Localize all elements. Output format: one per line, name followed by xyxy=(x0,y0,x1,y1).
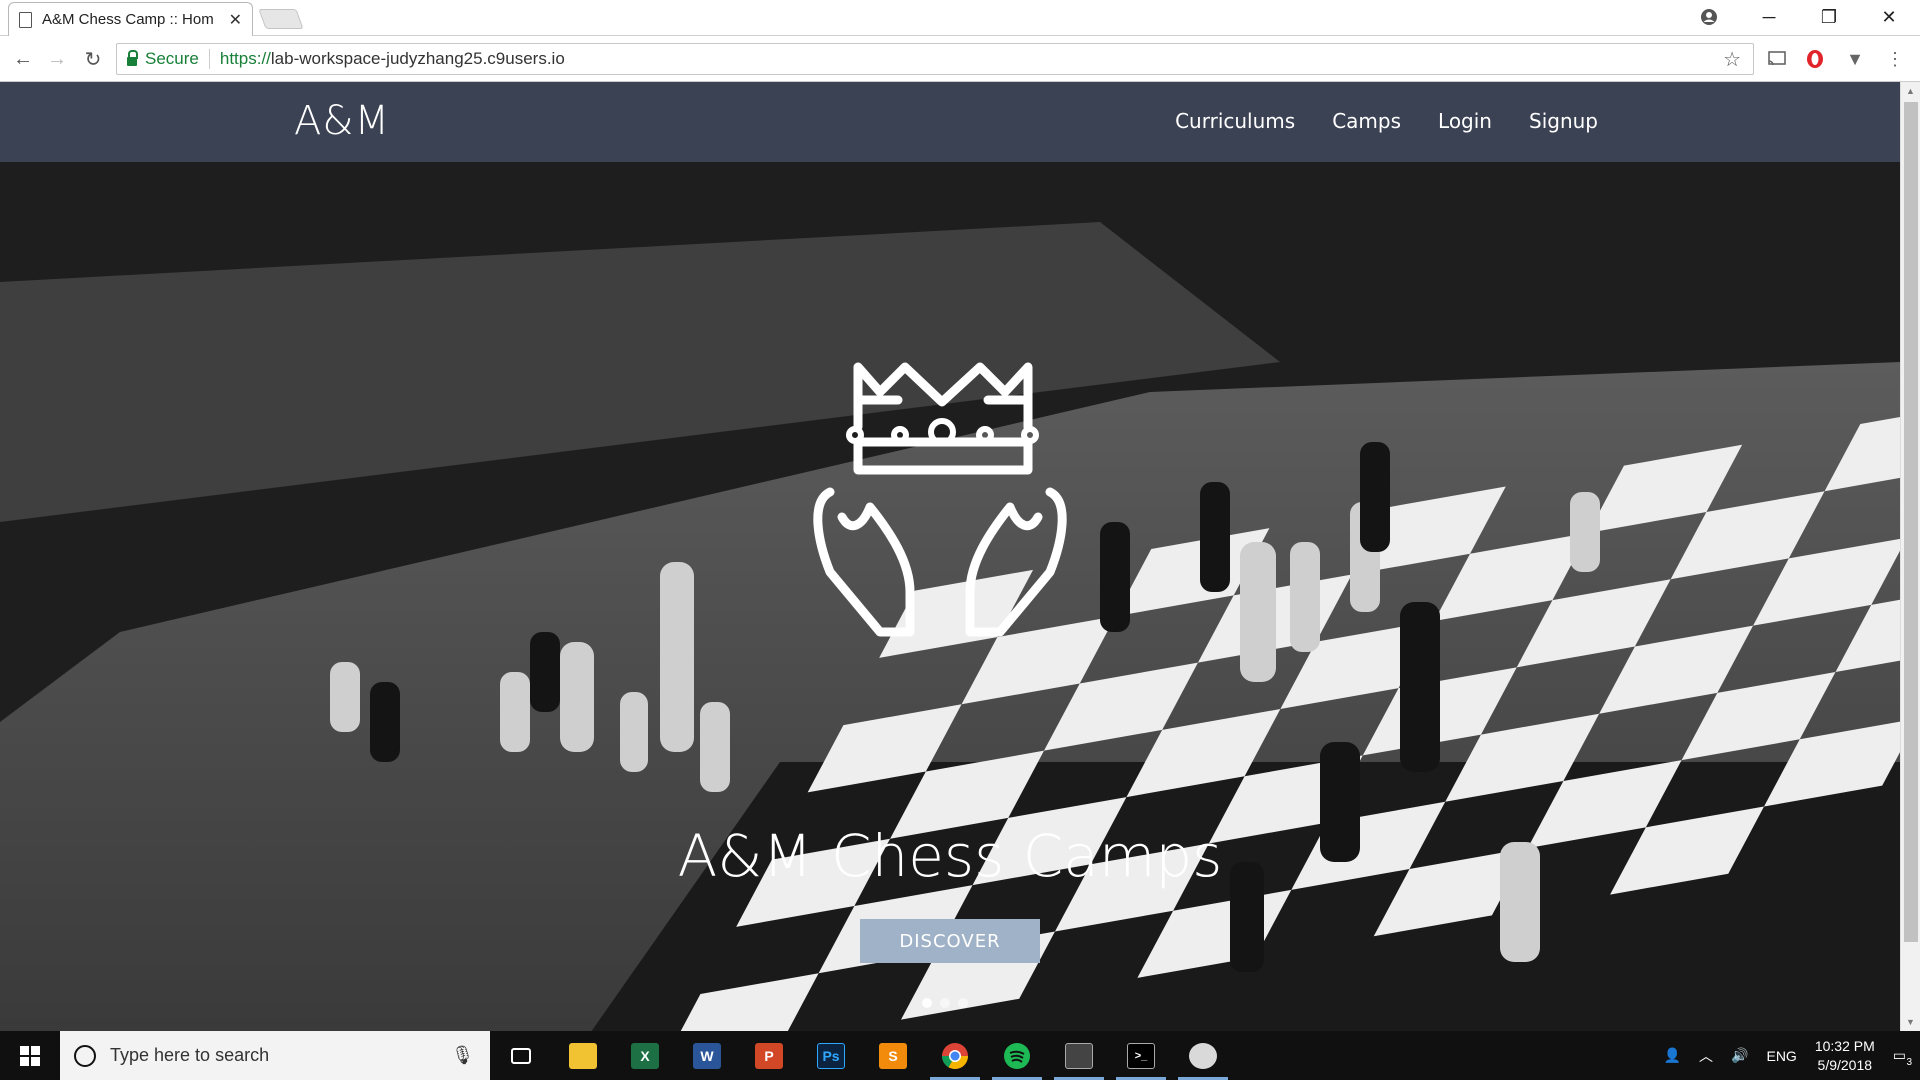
carousel-indicators xyxy=(922,998,968,1008)
snipping-tool-icon[interactable] xyxy=(1048,1031,1110,1080)
system-tray: 👤 ︿ 🔊 ENG 10:32 PM 5/9/2018 ▭ 3 xyxy=(1664,1037,1920,1075)
powerpoint-icon[interactable]: P xyxy=(738,1031,800,1080)
carousel-dot-1[interactable] xyxy=(922,998,932,1008)
clock-date: 5/9/2018 xyxy=(1817,1056,1873,1073)
site-navbar: A&M Curriculums Camps Login Signup xyxy=(0,82,1900,162)
nav-links: Curriculums Camps Login Signup xyxy=(1175,109,1598,133)
taskbar-search-box[interactable]: Type here to search 🎙 xyxy=(60,1031,490,1080)
volume-icon[interactable]: 🔊 xyxy=(1731,1047,1748,1064)
hero-carousel: A&M Chess Camps DISCOVER xyxy=(0,162,1900,1031)
restore-window-button[interactable]: ❐ xyxy=(1800,0,1858,34)
web-page: A&M Curriculums Camps Login Signup A&M C… xyxy=(0,82,1900,1031)
carousel-dot-2[interactable] xyxy=(940,998,950,1008)
clock[interactable]: 10:32 PM 5/9/2018 xyxy=(1815,1037,1875,1075)
language-indicator[interactable]: ENG xyxy=(1766,1048,1796,1064)
notification-count: 3 xyxy=(1906,1057,1912,1068)
scroll-down-arrow-icon[interactable]: ▼ xyxy=(1906,1017,1915,1027)
search-placeholder: Type here to search xyxy=(110,1045,270,1065)
task-view-icon[interactable] xyxy=(490,1031,552,1080)
secure-label: Secure xyxy=(145,49,199,68)
windows-start-icon[interactable] xyxy=(0,1031,60,1080)
nav-link-signup[interactable]: Signup xyxy=(1529,109,1598,133)
word-icon[interactable]: W xyxy=(676,1031,738,1080)
scrollbar-thumb[interactable] xyxy=(1904,102,1918,942)
opera-extension-icon[interactable] xyxy=(1800,44,1830,74)
nav-link-camps[interactable]: Camps xyxy=(1332,109,1401,133)
cast-icon[interactable] xyxy=(1762,44,1792,74)
carousel-dot-3[interactable] xyxy=(958,998,968,1008)
windows-taskbar: Type here to search 🎙 X W P Ps S >_ 👤 ︿ … xyxy=(0,1031,1920,1080)
discover-button[interactable]: DISCOVER xyxy=(860,919,1040,963)
scroll-up-arrow-icon[interactable]: ▲ xyxy=(1906,86,1915,96)
cortana-icon xyxy=(74,1044,96,1067)
browser-tab-active[interactable]: A&M Chess Camp :: Hom ✕ xyxy=(8,2,253,36)
spotify-icon[interactable] xyxy=(986,1031,1048,1080)
close-tab-icon[interactable]: ✕ xyxy=(229,10,242,30)
lock-icon xyxy=(127,49,138,66)
profile-icon[interactable] xyxy=(1680,0,1738,34)
back-arrow-icon[interactable]: ← xyxy=(8,44,38,74)
tab-title: A&M Chess Camp :: Hom xyxy=(42,11,214,28)
page-scrollbar[interactable]: ▲ ▼ xyxy=(1900,82,1920,1031)
url-host: lab-workspace-judyzhang25.c9users.io xyxy=(270,49,565,68)
document-icon xyxy=(19,11,32,28)
minimize-window-button[interactable]: ─ xyxy=(1740,0,1798,34)
browser-toolbar: ← → ↻ Secure https://lab-workspace-judyz… xyxy=(0,36,1920,82)
site-brand[interactable]: A&M xyxy=(294,98,390,144)
notification-icon[interactable]: ▭ 3 xyxy=(1893,1047,1912,1068)
terminal-icon[interactable]: >_ xyxy=(1110,1031,1172,1080)
address-bar[interactable]: Secure https://lab-workspace-judyzhang25… xyxy=(116,43,1754,75)
paint-icon[interactable] xyxy=(1172,1031,1234,1080)
url-text: https://lab-workspace-judyzhang25.c9user… xyxy=(220,49,565,69)
microphone-icon[interactable]: 🎙 xyxy=(451,1045,474,1066)
divider xyxy=(208,49,210,69)
clock-time: 10:32 PM xyxy=(1814,1037,1875,1054)
vpn-extension-icon[interactable]: ▼ xyxy=(1840,44,1870,74)
reload-icon[interactable]: ↻ xyxy=(78,44,108,74)
excel-icon[interactable]: X xyxy=(614,1031,676,1080)
crown-hands-logo xyxy=(813,362,1067,637)
people-icon[interactable]: 👤 xyxy=(1664,1047,1681,1064)
new-tab-button[interactable] xyxy=(258,9,304,29)
forward-arrow-icon[interactable]: → xyxy=(42,44,72,74)
url-scheme: https:// xyxy=(219,49,271,68)
file-explorer-icon[interactable] xyxy=(552,1031,614,1080)
hero-title: A&M Chess Camps xyxy=(677,822,1223,890)
bookmark-star-icon[interactable]: ☆ xyxy=(1723,47,1741,72)
close-window-button[interactable]: ✕ xyxy=(1860,0,1918,34)
menu-kebab-icon[interactable]: ⋮ xyxy=(1880,44,1910,74)
nav-link-login[interactable]: Login xyxy=(1438,109,1492,133)
chevron-up-icon[interactable]: ︿ xyxy=(1699,1046,1713,1066)
sublime-text-icon[interactable]: S xyxy=(862,1031,924,1080)
browser-tab-strip: A&M Chess Camp :: Hom ✕ ─ ❐ ✕ xyxy=(0,0,1920,36)
photoshop-icon[interactable]: Ps xyxy=(800,1031,862,1080)
nav-link-curriculums[interactable]: Curriculums xyxy=(1175,109,1295,133)
chrome-icon[interactable] xyxy=(924,1031,986,1080)
